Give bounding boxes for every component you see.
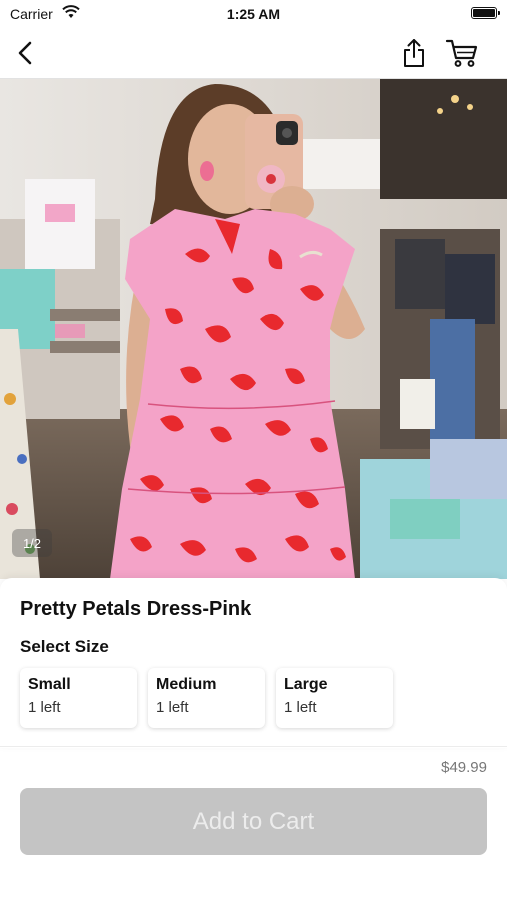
size-name: Large [284, 676, 328, 693]
size-option-large[interactable]: Large 1 left [276, 668, 393, 728]
divider [0, 746, 507, 747]
clock: 1:25 AM [226, 6, 281, 22]
product-image[interactable]: 1/2 [0, 79, 507, 579]
price-label: $49.99 [441, 759, 487, 776]
battery-icon [471, 7, 500, 19]
share-button[interactable] [398, 36, 430, 70]
back-button[interactable] [10, 36, 40, 70]
size-option-medium[interactable]: Medium 1 left [148, 668, 265, 728]
dress-photo-illustration [0, 79, 507, 579]
add-to-cart-button[interactable]: Add to Cart [20, 788, 487, 855]
size-option-small[interactable]: Small 1 left [20, 668, 137, 728]
size-stock: 1 left [156, 699, 189, 716]
cart-button[interactable] [443, 36, 481, 70]
chevron-left-icon [18, 41, 32, 65]
product-details-card: Pretty Petals Dress-Pink Select Size Sma… [0, 578, 507, 748]
size-name: Small [28, 676, 71, 693]
size-stock: 1 left [28, 699, 61, 716]
image-page-indicator: 1/2 [12, 529, 52, 557]
size-name: Medium [156, 676, 217, 693]
size-options: Small 1 left Medium 1 left Large 1 left [20, 668, 393, 728]
product-title: Pretty Petals Dress-Pink [20, 598, 252, 620]
status-bar: Carrier 1:25 AM [0, 0, 507, 28]
share-icon [404, 39, 424, 67]
size-stock: 1 left [284, 699, 317, 716]
cart-icon [445, 39, 478, 67]
nav-bar [0, 28, 507, 79]
select-size-label: Select Size [20, 637, 109, 656]
